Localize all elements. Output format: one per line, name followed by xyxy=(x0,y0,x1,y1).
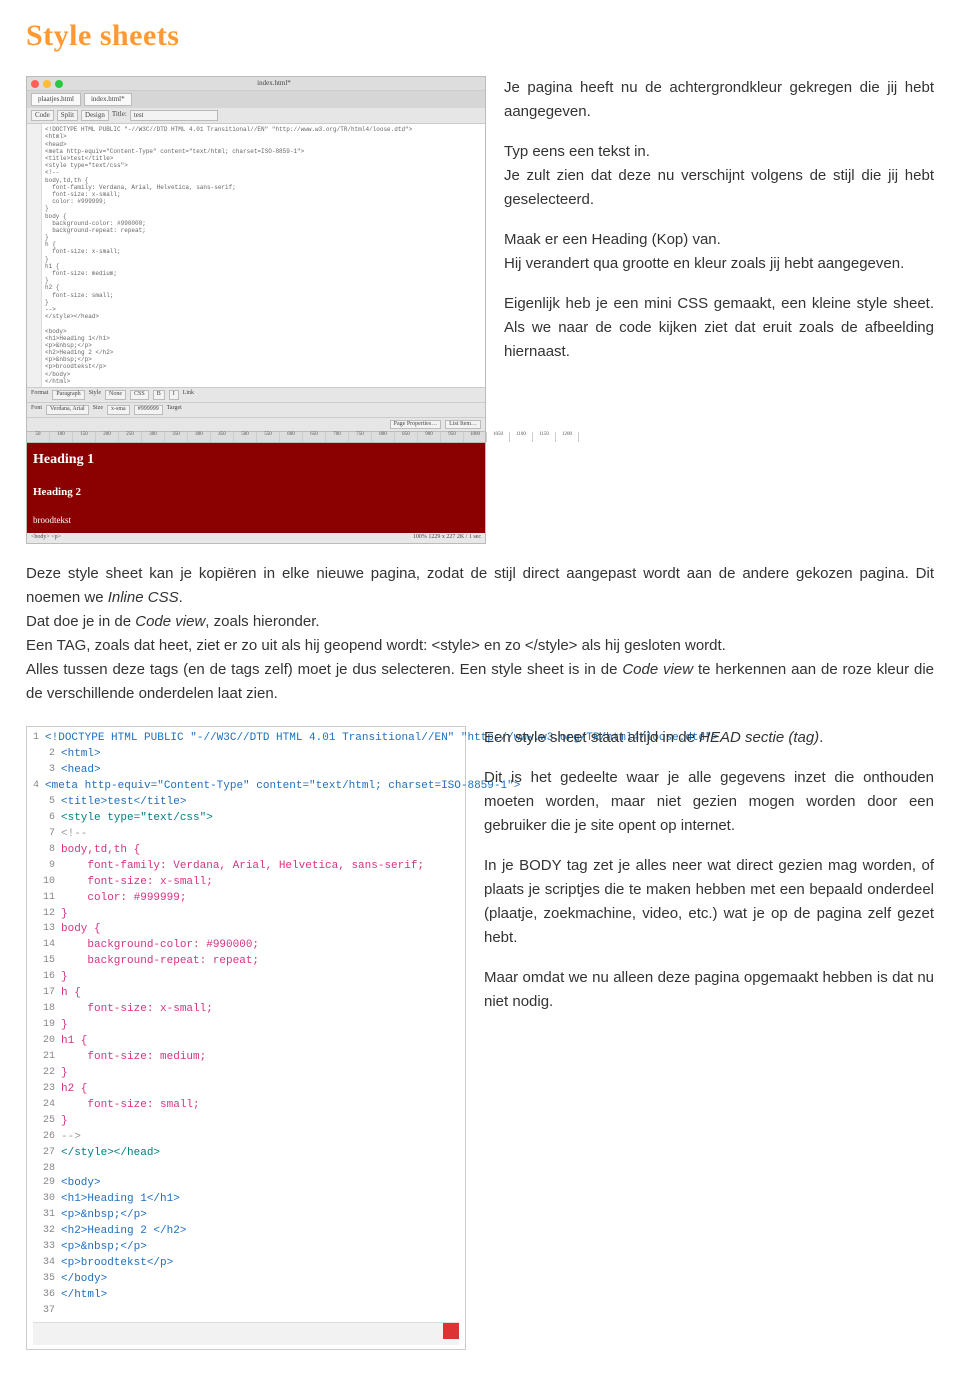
editor-titlebar: index.html* xyxy=(27,77,485,91)
code-line: 35</body> xyxy=(33,1272,459,1288)
code-line: 14 background-color: #990000; xyxy=(33,938,459,954)
intro-p4: Eigenlijk heb je een mini CSS gemaakt, e… xyxy=(504,292,934,364)
right-text: Een style sheet staat altijd in de HEAD … xyxy=(484,726,934,1350)
code-line: 11 color: #999999; xyxy=(33,891,459,907)
file-tab-active: index.html* xyxy=(84,93,132,106)
code-line: 12} xyxy=(33,907,459,923)
code-line: 25} xyxy=(33,1114,459,1130)
code-line: 27</style></head> xyxy=(33,1146,459,1162)
code-line: 13body { xyxy=(33,922,459,938)
right-p2: Dit is het gedeelte waar je alle gegeven… xyxy=(484,766,934,838)
code-line: 29<body> xyxy=(33,1176,459,1192)
code-line: 37 xyxy=(33,1304,459,1319)
intro-p2: Typ eens een tekst in.Je zult zien dat d… xyxy=(504,140,934,212)
intro-p1: Je pagina heeft nu de achtergrondkleur g… xyxy=(504,76,934,124)
code-line: 30<h1>Heading 1</h1> xyxy=(33,1192,459,1208)
title-field: test xyxy=(130,110,218,121)
code-line: 5<title>test</title> xyxy=(33,795,459,811)
preview-heading2: Heading 2 xyxy=(33,484,479,501)
code-line: 8body,td,th { xyxy=(33,843,459,859)
code-line: 32<h2>Heading 2 </h2> xyxy=(33,1224,459,1240)
error-icon xyxy=(443,1323,459,1339)
code-line: 17h { xyxy=(33,986,459,1002)
title-label: Title: xyxy=(112,110,127,121)
code-line: 16} xyxy=(33,970,459,986)
code-line: 18 font-size: x-small; xyxy=(33,1002,459,1018)
code-line: 31<p>&nbsp;</p> xyxy=(33,1208,459,1224)
code-line: 3<head> xyxy=(33,763,459,779)
right-p3: In je BODY tag zet je alles neer wat dir… xyxy=(484,854,934,950)
code-line: 1<!DOCTYPE HTML PUBLIC "-//W3C//DTD HTML… xyxy=(33,731,459,747)
code-line: 26--> xyxy=(33,1130,459,1146)
preview-heading1: Heading 1 xyxy=(33,449,479,470)
code-line: 6<style type="text/css"> xyxy=(33,811,459,827)
properties-bar: FormatParagraph StyleNone CSS BI Link xyxy=(27,387,485,402)
code-line: 19} xyxy=(33,1018,459,1034)
code-line: 28 xyxy=(33,1162,459,1177)
code-line: 21 font-size: medium; xyxy=(33,1050,459,1066)
line-gutter xyxy=(27,124,42,387)
view-design-button: Design xyxy=(81,110,109,121)
code-line: 4<meta http-equiv="Content-Type" content… xyxy=(33,779,459,795)
code-line: 10 font-size: x-small; xyxy=(33,875,459,891)
window-title: index.html* xyxy=(257,79,291,88)
code-line: 24 font-size: small; xyxy=(33,1098,459,1114)
ruler: 5010015020025030035040045050055060065070… xyxy=(27,431,485,443)
code-line: 33<p>&nbsp;</p> xyxy=(33,1240,459,1256)
code-line: 22} xyxy=(33,1066,459,1082)
right-p1: Een style sheet staat altijd in de HEAD … xyxy=(484,726,934,750)
code-pane: <!DOCTYPE HTML PUBLIC "-//W3C//DTD HTML … xyxy=(42,124,485,387)
view-code-button: Code xyxy=(31,110,54,121)
code-line: 36</html> xyxy=(33,1288,459,1304)
status-bar: <body> <p> 100% 1229 x 227 2K / 1 sec xyxy=(27,533,485,543)
code-line: 34<p>broodtekst</p> xyxy=(33,1256,459,1272)
design-preview: Heading 1 Heading 2 broodtekst xyxy=(27,443,485,533)
doc-info: 100% 1229 x 227 2K / 1 sec xyxy=(413,534,481,542)
middle-text: Deze style sheet kan je kopiëren in elke… xyxy=(26,562,934,706)
zoom-icon xyxy=(55,80,63,88)
properties-bar-2: FontVerdana, Arial Sizex-sma #999999 Tar… xyxy=(27,402,485,417)
code-line: 15 background-repeat: repeat; xyxy=(33,954,459,970)
close-icon xyxy=(31,80,39,88)
right-p4: Maar omdat we nu alleen deze pagina opge… xyxy=(484,966,934,1014)
intro-p3: Maak er een Heading (Kop) van.Hij verand… xyxy=(504,228,934,276)
code-view-screenshot: 1<!DOCTYPE HTML PUBLIC "-//W3C//DTD HTML… xyxy=(26,726,466,1350)
file-tab: plaatjes.html xyxy=(31,93,81,106)
intro-text: Je pagina heeft nu de achtergrondkleur g… xyxy=(504,76,934,544)
page-title: Style sheets xyxy=(26,18,934,54)
code-line: 9 font-family: Verdana, Arial, Helvetica… xyxy=(33,859,459,875)
properties-bar-3: Page Properties… List Item… xyxy=(27,417,485,432)
code-line: 2<html> xyxy=(33,747,459,763)
editor-screenshot: index.html* plaatjes.html index.html* Co… xyxy=(26,76,486,544)
preview-body-text: broodtekst xyxy=(33,514,479,528)
code-line: 20h1 { xyxy=(33,1034,459,1050)
tag-path: <body> <p> xyxy=(31,534,61,542)
code-line: 23h2 { xyxy=(33,1082,459,1098)
view-split-button: Split xyxy=(57,110,78,121)
minimize-icon xyxy=(43,80,51,88)
code-line: 7<!-- xyxy=(33,827,459,843)
